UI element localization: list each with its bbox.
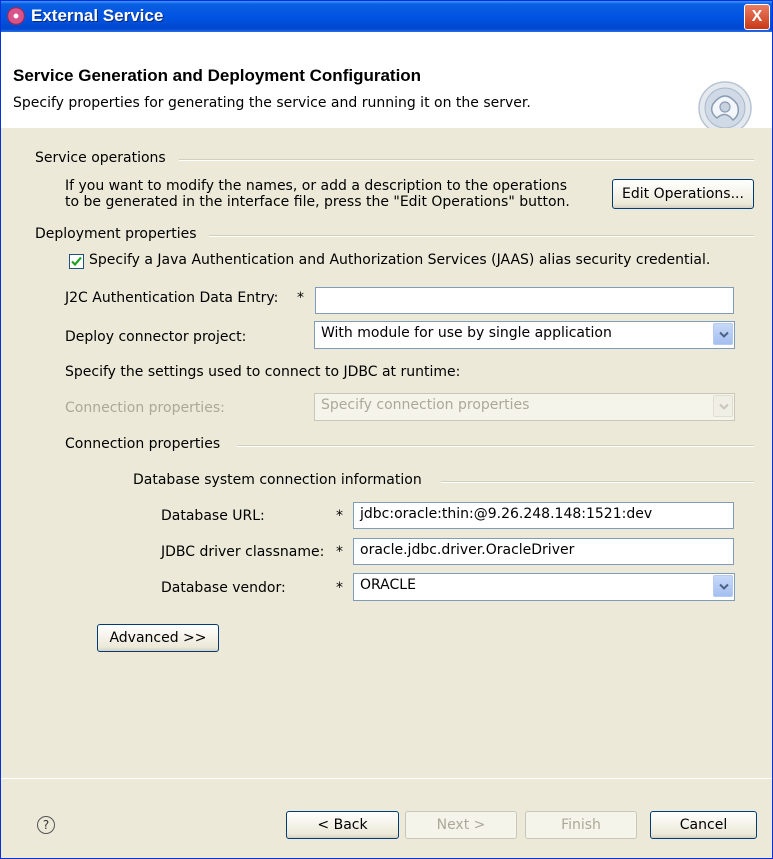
finish-button: Finish — [525, 811, 637, 839]
close-button[interactable]: X — [744, 4, 770, 30]
jaas-checkbox[interactable] — [69, 254, 84, 269]
footer-divider — [1, 778, 772, 779]
database-vendor-label: Database vendor: — [161, 580, 286, 596]
database-url-field[interactable]: jdbc:oracle:thin:@9.26.248.148:1521:dev — [353, 502, 734, 529]
j2c-label: J2C Authentication Data Entry: — [65, 290, 279, 306]
connection-properties-disabled-label: Connection properties: — [65, 400, 225, 416]
deploy-connector-label: Deploy connector project: — [65, 329, 247, 345]
connection-properties-select-value: Specify connection properties — [321, 397, 530, 413]
database-vendor-value: ORACLE — [360, 577, 416, 593]
window-title: External Service — [31, 6, 164, 25]
wizard-content: Service operations If you want to modify… — [1, 128, 772, 778]
service-operations-text-line1: If you want to modify the names, or add … — [65, 178, 568, 194]
jdbc-driver-label: JDBC driver classname: — [161, 544, 325, 560]
page-title: Service Generation and Deployment Config… — [13, 66, 422, 85]
jaas-checkbox-label: Specify a Java Authentication and Author… — [89, 252, 711, 268]
chevron-down-icon[interactable] — [713, 575, 733, 597]
help-icon[interactable]: ? — [37, 816, 55, 834]
j2c-required-marker: * — [297, 290, 304, 306]
cancel-button[interactable]: Cancel — [650, 811, 757, 839]
connection-properties-select: Specify connection properties — [314, 393, 735, 421]
deploy-connector-select[interactable]: With module for use by single applicatio… — [314, 321, 735, 349]
database-vendor-select[interactable]: ORACLE — [353, 573, 735, 601]
title-bar[interactable]: External Service X — [1, 1, 772, 32]
divider — [441, 481, 754, 483]
dialog-window: External Service X Service Generation an… — [0, 0, 773, 859]
db-connection-group-label: Database system connection information — [133, 472, 422, 488]
database-url-label: Database URL: — [161, 508, 265, 524]
divider — [209, 235, 754, 237]
database-url-required-marker: * — [336, 508, 343, 524]
service-operations-text-line2: to be generated in the interface file, p… — [65, 194, 570, 210]
jdbc-settings-text: Specify the settings used to connect to … — [65, 364, 461, 380]
app-icon — [7, 7, 25, 25]
connection-properties-group-label: Connection properties — [65, 436, 221, 452]
jdbc-driver-required-marker: * — [336, 544, 343, 560]
j2c-auth-entry-field[interactable] — [315, 287, 734, 314]
deployment-properties-group-label: Deployment properties — [35, 226, 197, 242]
back-button[interactable]: < Back — [286, 811, 399, 839]
divider — [179, 159, 754, 161]
advanced-button[interactable]: Advanced >> — [97, 624, 219, 652]
divider — [237, 445, 754, 447]
chevron-down-icon — [713, 395, 733, 417]
database-vendor-required-marker: * — [336, 580, 343, 596]
page-description: Specify properties for generating the se… — [13, 95, 531, 111]
deploy-connector-value: With module for use by single applicatio… — [321, 325, 612, 341]
service-operations-group-label: Service operations — [35, 150, 166, 166]
checkmark-icon — [71, 256, 82, 267]
chevron-down-icon[interactable] — [713, 323, 733, 345]
jdbc-driver-field[interactable]: oracle.jdbc.driver.OracleDriver — [353, 538, 734, 565]
edit-operations-button[interactable]: Edit Operations... — [612, 179, 754, 209]
next-button: Next > — [405, 811, 517, 839]
wizard-header: Service Generation and Deployment Config… — [1, 32, 772, 135]
